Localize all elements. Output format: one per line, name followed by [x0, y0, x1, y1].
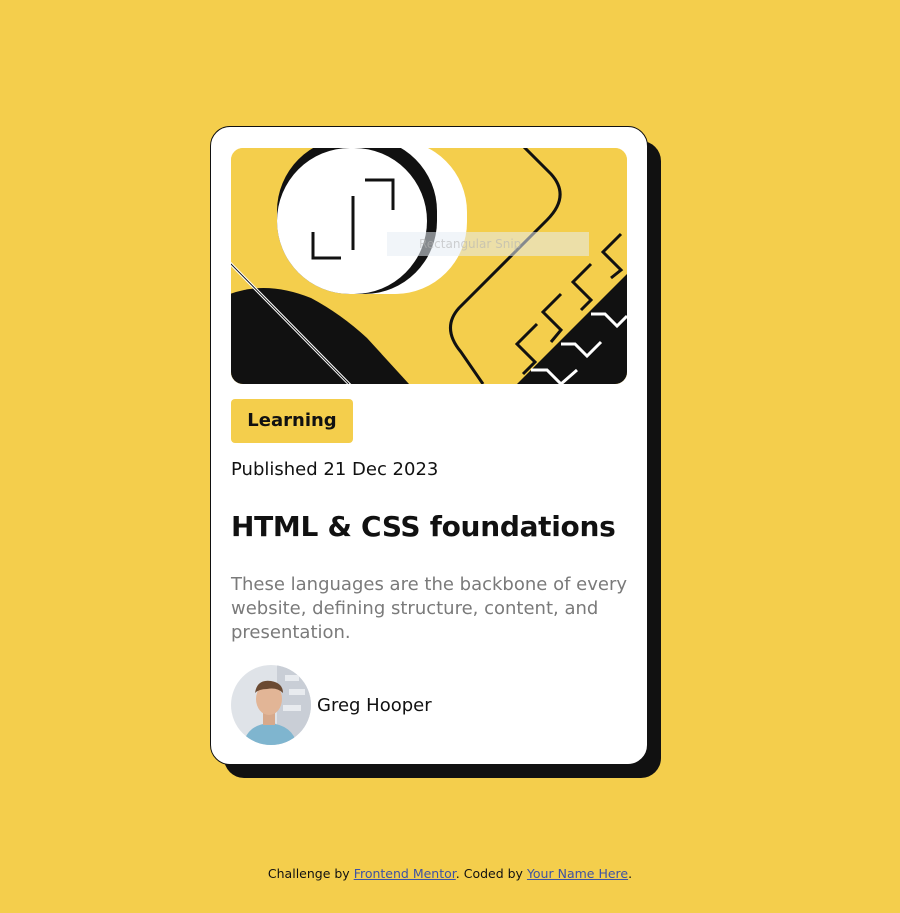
author-name: Greg Hooper: [317, 694, 432, 716]
attribution-middle: . Coded by: [455, 866, 527, 881]
frontend-mentor-link[interactable]: Frontend Mentor: [354, 866, 456, 881]
image-alt-text: Rectangular Snip: [387, 232, 589, 256]
hero-illustration: Rectangular Snip: [231, 148, 627, 384]
avatar: [231, 665, 311, 745]
attribution-footer: Challenge by Frontend Mentor. Coded by Y…: [0, 866, 900, 881]
author-link[interactable]: Your Name Here: [527, 866, 628, 881]
category-badge: Learning: [231, 399, 353, 443]
card-description: These languages are the backbone of ever…: [231, 574, 627, 643]
attribution-suffix: .: [628, 866, 633, 881]
card-title[interactable]: HTML & CSS foundations: [231, 510, 616, 543]
published-date: Published 21 Dec 2023: [231, 459, 439, 480]
blog-preview-card: Rectangular Snip Learning Published 21 D…: [210, 126, 648, 765]
attribution-prefix: Challenge by: [267, 866, 354, 881]
author: Greg Hooper: [231, 665, 432, 745]
